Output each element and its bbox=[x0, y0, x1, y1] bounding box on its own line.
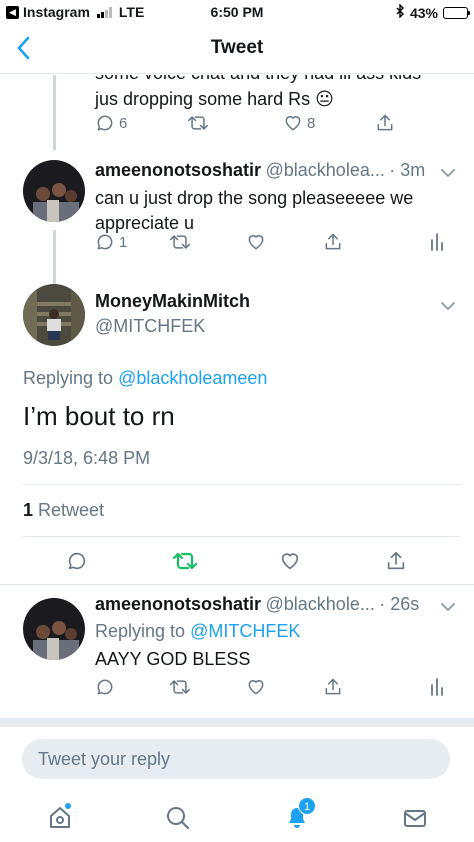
avatar[interactable] bbox=[23, 160, 85, 222]
home-icon bbox=[50, 807, 70, 828]
tab-search[interactable] bbox=[165, 805, 191, 836]
chevron-down-icon[interactable] bbox=[440, 599, 456, 617]
retweet-icon bbox=[169, 680, 191, 694]
heart-icon bbox=[248, 680, 264, 695]
tweet-text: AAYY GOD BLESS bbox=[95, 649, 251, 669]
chevron-down-icon[interactable] bbox=[440, 165, 456, 183]
divider bbox=[23, 536, 460, 537]
retweet-button[interactable] bbox=[169, 232, 191, 252]
retweet-button[interactable] bbox=[172, 550, 198, 576]
replying-to-link[interactable]: @blackholeameen bbox=[118, 368, 267, 388]
tweet-text: I’m bout to rn bbox=[23, 401, 175, 431]
retweet-stats[interactable]: 1 Retweet bbox=[23, 500, 104, 521]
retweet-label: Retweet bbox=[33, 500, 105, 520]
reply-icon bbox=[68, 552, 86, 570]
tab-home[interactable] bbox=[47, 803, 73, 836]
battery-percent: 43% bbox=[409, 4, 438, 21]
tweet-text: some voice chat and they had lil ass kid… bbox=[95, 75, 421, 86]
reply-button[interactable] bbox=[66, 550, 88, 576]
avatar[interactable] bbox=[23, 284, 85, 346]
tweet-header: ameenonotsoshatir @blackhole... · 26s bbox=[95, 594, 419, 615]
retweet-icon bbox=[172, 552, 198, 570]
replying-prefix: Replying to bbox=[23, 368, 119, 388]
reply-tweet[interactable]: ameenonotsoshatir @blackholea... · 3m ca… bbox=[0, 153, 474, 273]
replying-to: Replying to @blackholeameen bbox=[23, 368, 267, 389]
mail-icon bbox=[404, 810, 426, 827]
reply-icon bbox=[97, 115, 113, 131]
reply-button[interactable] bbox=[95, 677, 115, 697]
reply-button[interactable]: 6 bbox=[95, 113, 127, 133]
tab-bar: 1 bbox=[0, 797, 474, 842]
reply-tweet[interactable]: ameenonotsoshatir @blackhole... · 26s Re… bbox=[0, 587, 474, 715]
share-icon bbox=[387, 551, 405, 570]
display-name[interactable]: MoneyMakinMitch bbox=[95, 291, 250, 312]
reply-icon bbox=[97, 234, 113, 250]
user-handle: @MITCHFEK bbox=[95, 316, 206, 336]
share-button[interactable] bbox=[323, 232, 343, 252]
share-icon bbox=[377, 114, 393, 131]
replying-prefix: Replying to bbox=[95, 621, 191, 641]
retweet-count: 1 bbox=[23, 500, 34, 520]
new-content-dot bbox=[65, 803, 71, 809]
like-count: 8 bbox=[307, 114, 316, 132]
notifications-badge: 1 bbox=[298, 797, 316, 815]
divider bbox=[0, 584, 474, 585]
bottom-bar: Tweet your reply 1 bbox=[0, 718, 474, 842]
analytics-icon bbox=[431, 233, 443, 251]
previous-tweet[interactable]: some voice chat and they had lil ass kid… bbox=[0, 75, 474, 153]
retweet-icon bbox=[187, 116, 209, 130]
bluetooth-icon bbox=[396, 3, 405, 21]
separator-band bbox=[0, 719, 474, 727]
retweet-button[interactable] bbox=[187, 113, 209, 133]
share-button[interactable] bbox=[375, 113, 395, 133]
tweet-time: · 26s bbox=[379, 594, 420, 614]
like-button[interactable]: 8 bbox=[283, 113, 315, 133]
tweet-datetime: 9/3/18, 6:48 PM bbox=[23, 448, 151, 468]
divider bbox=[23, 484, 460, 485]
focused-tweet[interactable]: MoneyMakinMitch @MITCHFEK Replying to @b… bbox=[0, 278, 474, 588]
share-button[interactable] bbox=[385, 550, 407, 576]
analytics-icon bbox=[431, 678, 443, 696]
user-handle: @blackhole... bbox=[265, 594, 375, 614]
heart-icon bbox=[281, 553, 299, 570]
nav-bar: Tweet bbox=[0, 24, 474, 74]
user-handle: @blackholea... bbox=[265, 160, 385, 180]
tweet-actions bbox=[0, 548, 474, 578]
heart-icon bbox=[285, 116, 301, 131]
tweet-time: · 3m bbox=[389, 160, 426, 180]
page-title: Tweet bbox=[210, 37, 264, 58]
search-icon bbox=[167, 807, 190, 830]
replying-to: Replying to @MITCHFEK bbox=[95, 621, 300, 642]
reply-input[interactable]: Tweet your reply bbox=[22, 739, 450, 779]
reply-button[interactable]: 1 bbox=[95, 232, 127, 252]
like-button[interactable] bbox=[279, 550, 301, 576]
heart-icon bbox=[248, 235, 264, 250]
chevron-down-icon[interactable] bbox=[440, 298, 456, 316]
status-right: 43% bbox=[396, 3, 470, 21]
reply-count: 1 bbox=[119, 233, 128, 251]
like-button[interactable] bbox=[246, 232, 266, 252]
avatar[interactable] bbox=[23, 598, 85, 660]
tweet-header: ameenonotsoshatir @blackholea... · 3m bbox=[95, 160, 425, 181]
share-button[interactable] bbox=[323, 677, 343, 697]
retweet-icon bbox=[169, 235, 191, 249]
share-icon bbox=[325, 678, 341, 695]
display-name[interactable]: ameenonotsoshatir bbox=[95, 160, 261, 180]
tweet-thread[interactable]: some voice chat and they had lil ass kid… bbox=[0, 75, 474, 718]
like-button[interactable] bbox=[246, 677, 266, 697]
analytics-button[interactable] bbox=[430, 677, 444, 697]
analytics-button[interactable] bbox=[430, 232, 444, 252]
tab-messages[interactable] bbox=[402, 805, 428, 836]
replying-to-link[interactable]: @MITCHFEK bbox=[190, 621, 300, 641]
battery-icon bbox=[443, 6, 470, 19]
retweet-button[interactable] bbox=[169, 677, 191, 697]
display-name[interactable]: ameenonotsoshatir bbox=[95, 594, 261, 614]
tweet-text: jus dropping some hard Rs 😐 bbox=[95, 89, 334, 109]
tab-notifications[interactable]: 1 bbox=[284, 797, 316, 836]
status-bar: ◀ Instagram LTE 6:50 PM 43% bbox=[0, 0, 474, 24]
reply-count: 6 bbox=[119, 114, 128, 132]
reply-icon bbox=[97, 679, 113, 695]
share-icon bbox=[325, 233, 341, 250]
tweet-text: can u just drop the song pleaseeeee we a… bbox=[95, 188, 414, 233]
